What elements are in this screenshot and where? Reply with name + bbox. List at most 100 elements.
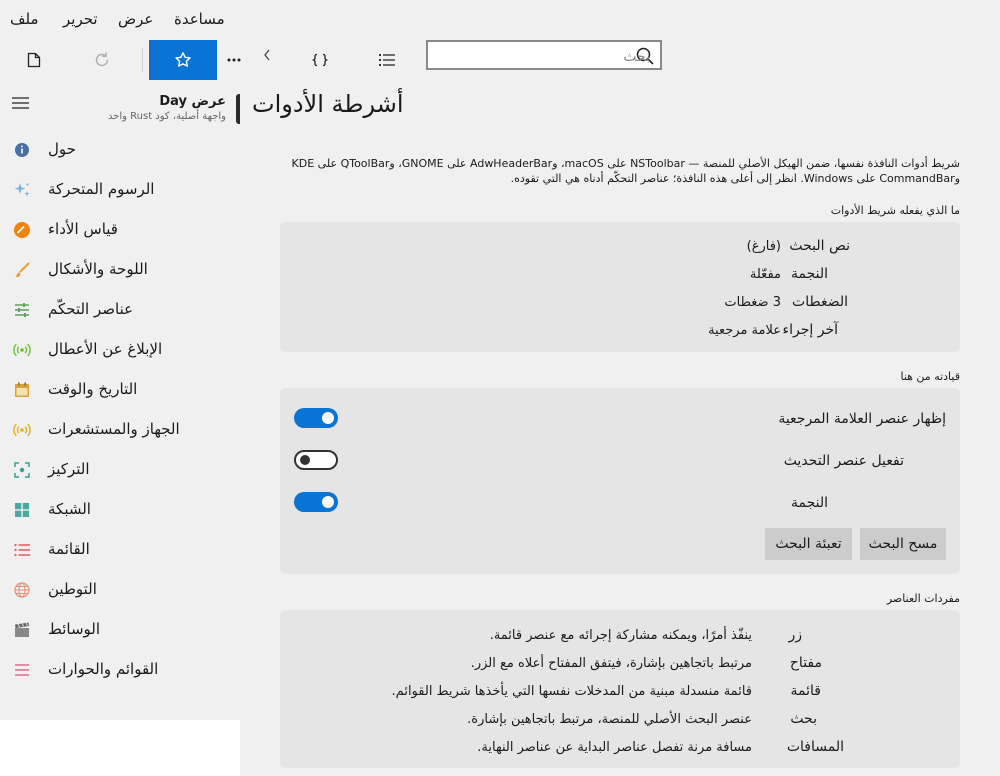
menu-view[interactable]: عرض [118, 10, 153, 28]
menu-file[interactable]: ملف [10, 10, 39, 28]
controls-card: إظهار عنصر العلامة المرجعية تفعيل عنصر ا… [280, 388, 960, 574]
section-title-drive: قيادته من هنا [900, 370, 960, 383]
ellipsis-icon [227, 58, 241, 62]
sidebar-item-label: حول [48, 140, 76, 158]
braces-icon [312, 53, 328, 67]
status-label: الضغطات [792, 294, 848, 310]
clapper-icon [15, 622, 30, 637]
sidebar-item-controls[interactable]: عناصر التحكّم [0, 290, 240, 330]
bookmark-item-toggle[interactable] [294, 408, 338, 428]
clear-search-button[interactable]: مسح البحث [860, 528, 946, 560]
toggle-label: النجمة [790, 495, 828, 511]
status-label: النجمة [790, 266, 828, 282]
vocab-term: قائمة [790, 683, 821, 699]
sidebar-item-label: عناصر التحكّم [48, 300, 134, 318]
sidebar-item-performance[interactable]: قياس الأداء [0, 210, 240, 250]
sidebar-item-label: الجهاز والمستشعرات [48, 420, 180, 438]
sidebar-item-label: الإبلاغ عن الأعطال [48, 340, 163, 358]
sidebar-item-label: الوسائط [48, 620, 101, 638]
brush-icon [15, 262, 30, 278]
search-input[interactable] [468, 45, 652, 69]
sidebar-item-media[interactable]: الوسائط [0, 610, 240, 650]
vocab-definition: مرتبط باتجاهين بإشارة، فيتفق المفتاح أعل… [470, 656, 752, 671]
sidebar-item-localization[interactable]: التوطين [0, 570, 240, 610]
sidebar-subtitle: واجهة أصلية، كود Rust واحد [107, 111, 226, 122]
sidebar: عرض Day واجهة أصلية، كود Rust واحد حول ا… [0, 80, 240, 720]
status-value: علامة مرجعية [708, 323, 781, 338]
bulleted-list-icon [378, 53, 395, 67]
broadcast-icon [13, 343, 31, 357]
vocab-definition: ينفّذ أمرًا، ويمكنه مشاركة إجرائه مع عنص… [489, 628, 752, 643]
sensor-icon [13, 423, 31, 437]
sidebar-item-canvas[interactable]: اللوحة والأشكال [0, 250, 240, 290]
toolbar-divider [142, 48, 143, 72]
list-icon [14, 543, 30, 557]
refresh-item-toggle[interactable] [294, 450, 338, 470]
vocab-definition: عنصر البحث الأصلي للمنصة، مرتبط باتجاهين… [467, 712, 752, 727]
sidebar-item-grid[interactable]: الشبكة [0, 490, 240, 530]
vocab-definition: مسافة مرنة تفصل عناصر البداية عن عناصر ا… [477, 740, 752, 755]
star-icon [175, 52, 191, 67]
info-icon [15, 143, 29, 157]
content-pane: أشرطة الأدوات شريط أدوات النافذة نفسها، … [240, 80, 1000, 776]
chevron-left-icon [264, 49, 270, 61]
status-value: 3 ضغطات [724, 295, 781, 310]
sidebar-item-label: الرسوم المتحركة [48, 180, 155, 198]
star-item-toggle[interactable] [294, 492, 338, 512]
vocab-term: بحث [790, 711, 817, 727]
sidebar-item-label: قياس الأداء [48, 220, 118, 238]
sidebar-item-focus[interactable]: التركيز [0, 450, 240, 490]
menu-lines-icon [15, 664, 29, 676]
sidebar-item-label: التركيز [48, 460, 90, 478]
sidebar-item-date-time[interactable]: التاريخ والوقت [0, 370, 240, 410]
sidebar-item-about[interactable]: حول [0, 130, 240, 170]
vocab-definition: قائمة منسدلة مبنية من المدخلات نفسها الت… [391, 684, 752, 699]
star-toggle[interactable] [149, 40, 217, 80]
section-title-vocab: مفردات العناصر [886, 592, 960, 605]
menu-dropdown-button[interactable] [256, 40, 278, 70]
page-description: شريط أدوات النافذة نفسها، ضمن الهيكل الأ… [291, 157, 960, 170]
globe-icon [14, 582, 30, 598]
sidebar-title: عرض Day [159, 94, 226, 109]
menu-edit[interactable]: تحرير [63, 10, 98, 28]
sidebar-item-label: القائمة [48, 540, 90, 558]
sidebar-item-list[interactable]: القائمة [0, 530, 240, 570]
sidebar-item-label: التاريخ والوقت [48, 380, 138, 398]
new-document-button[interactable] [14, 40, 54, 80]
sliders-icon [15, 303, 29, 317]
list-button[interactable] [367, 40, 407, 80]
sidebar-item-menus-dialogs[interactable]: القوائم والحوارات [0, 650, 240, 690]
status-label: آخر إجراء [782, 322, 838, 338]
vocab-term: زر [788, 627, 802, 643]
page-title: أشرطة الأدوات [252, 90, 404, 118]
section-title-what-it-does: ما الذي يفعله شريط الأدوات [830, 204, 960, 217]
hamburger-button[interactable] [12, 94, 29, 113]
vocab-term: المسافات [786, 739, 844, 755]
calendar-icon [15, 382, 29, 397]
refresh-button[interactable] [82, 40, 122, 80]
code-button[interactable] [300, 40, 340, 80]
sidebar-item-label: اللوحة والأشكال [48, 260, 148, 278]
hamburger-icon [12, 97, 29, 109]
toolbar [0, 40, 1000, 80]
vocab-term: مفتاح [789, 655, 822, 671]
sparkle-icon [14, 183, 30, 197]
search-box[interactable] [426, 40, 662, 70]
status-card: نص البحث (فارغ) النجمة مفعّلة الضغطات 3 … [280, 222, 960, 352]
fill-search-button[interactable]: تعبئة البحث [765, 528, 852, 560]
sidebar-item-crash-reporting[interactable]: الإبلاغ عن الأعطال [0, 330, 240, 370]
vocab-card: زر ينفّذ أمرًا، ويمكنه مشاركة إجرائه مع … [280, 610, 960, 768]
page-description: وCommandBar على Windows. انظر إلى أعلى ه… [510, 172, 960, 185]
menu-help[interactable]: مساعدة [174, 10, 225, 28]
status-value: مفعّلة [749, 267, 781, 282]
sidebar-item-device-sensors[interactable]: الجهاز والمستشعرات [0, 410, 240, 450]
sidebar-item-animations[interactable]: الرسوم المتحركة [0, 170, 240, 210]
toggle-label: إظهار عنصر العلامة المرجعية [778, 411, 946, 427]
gauge-icon [14, 222, 30, 238]
grid-icon [15, 503, 29, 517]
focus-icon [14, 462, 30, 478]
sidebar-item-label: التوطين [48, 580, 97, 598]
status-value: (فارغ) [746, 239, 781, 254]
more-button[interactable] [220, 40, 248, 80]
sidebar-item-label: الشبكة [48, 500, 91, 518]
